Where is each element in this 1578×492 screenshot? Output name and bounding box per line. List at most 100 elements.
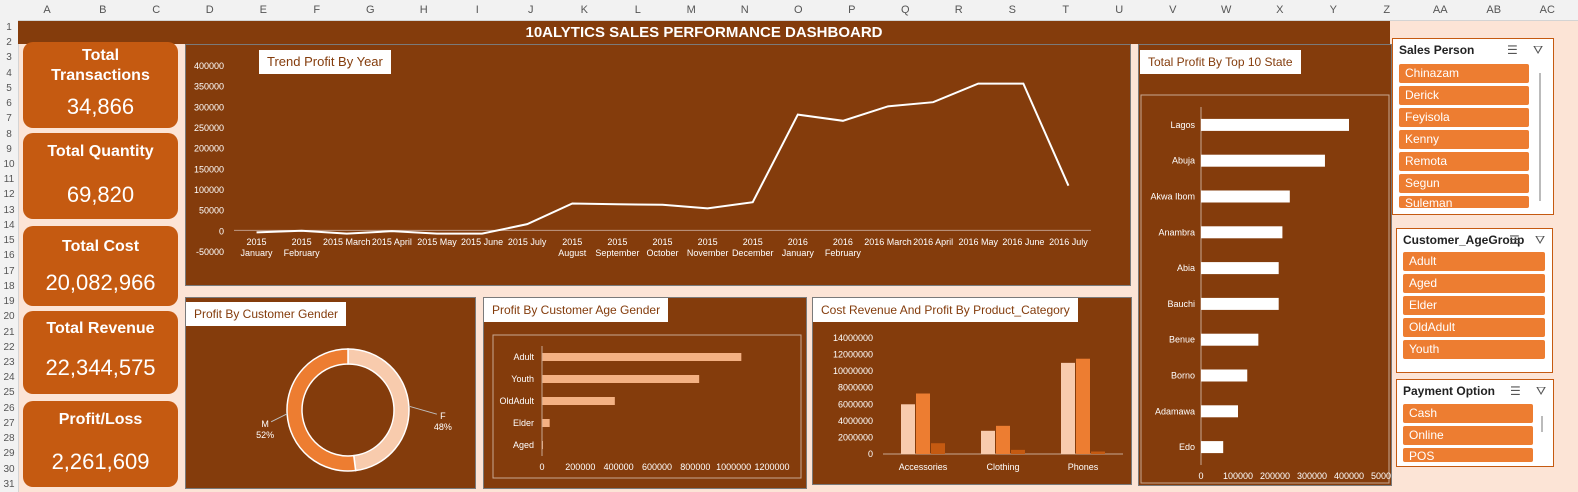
slicer-item[interactable]: POS xyxy=(1403,448,1533,462)
slicer-item[interactable]: Suleman xyxy=(1399,196,1529,208)
column-header[interactable]: R xyxy=(932,0,986,20)
row-header[interactable]: 18 xyxy=(0,279,18,294)
slicer-title: Customer_AgeGroup xyxy=(1403,233,1525,247)
row-header[interactable]: 5 xyxy=(0,81,18,96)
row-header[interactable]: 6 xyxy=(0,96,18,111)
column-header[interactable]: Z xyxy=(1360,0,1414,20)
row-header[interactable]: 15 xyxy=(0,233,18,248)
row-header[interactable]: 1 xyxy=(0,20,18,35)
slicer-item[interactable]: OldAdult xyxy=(1403,318,1545,337)
kpi-label: Profit/Loss xyxy=(58,411,143,428)
column-header[interactable]: D xyxy=(183,0,237,20)
row-header[interactable]: 14 xyxy=(0,218,18,233)
column-header[interactable]: H xyxy=(397,0,451,20)
row-header[interactable]: 9 xyxy=(0,142,18,157)
column-header[interactable]: N xyxy=(718,0,772,20)
product-category-chart[interactable]: Cost Revenue And Profit By Product_Categ… xyxy=(812,297,1132,485)
profit-trend-line xyxy=(256,82,1070,235)
clear-filter-icon[interactable]: ⛛ xyxy=(1533,43,1543,58)
column-header[interactable]: A xyxy=(18,0,76,20)
row-header[interactable]: 8 xyxy=(0,127,18,142)
top-state-profit-chart[interactable]: Total Profit By Top 10 State Lagos Abuja A… xyxy=(1138,44,1392,486)
age-profit-chart[interactable]: Profit By Customer Age Gender Adult Youth… xyxy=(483,297,807,489)
column-header[interactable]: S xyxy=(986,0,1040,20)
row-header[interactable]: 30 xyxy=(0,462,18,477)
column-header[interactable]: Y xyxy=(1307,0,1361,20)
row-header[interactable]: 19 xyxy=(0,294,18,309)
slicer-item[interactable]: Aged xyxy=(1403,274,1545,293)
column-header[interactable]: T xyxy=(1039,0,1093,20)
slicer-item[interactable]: Chinazam xyxy=(1399,64,1529,83)
column-header[interactable]: O xyxy=(772,0,826,20)
state-bar xyxy=(1201,441,1224,454)
row-header[interactable]: 10 xyxy=(0,157,18,172)
row-header[interactable]: 13 xyxy=(0,203,18,218)
column-header[interactable]: P xyxy=(825,0,879,20)
row-header[interactable]: 20 xyxy=(0,309,18,324)
slicer-scrollbar[interactable] xyxy=(1539,73,1541,201)
state-bar xyxy=(1201,226,1283,239)
column-header[interactable]: B xyxy=(76,0,130,20)
slicer-item[interactable]: Adult xyxy=(1403,252,1545,271)
slicer-item[interactable]: Remota xyxy=(1399,152,1529,171)
multi-select-icon[interactable]: ☰ xyxy=(1507,43,1518,57)
column-header[interactable]: W xyxy=(1200,0,1254,20)
column-header[interactable]: AA xyxy=(1414,0,1468,20)
trend-profit-chart[interactable]: Trend Profit By Year 400000 350000 300000 2… xyxy=(185,44,1131,286)
slicer-item[interactable]: Segun xyxy=(1399,174,1529,193)
clear-filter-icon[interactable]: ⛛ xyxy=(1536,384,1546,399)
row-header[interactable]: 4 xyxy=(0,66,18,81)
row-header[interactable]: 23 xyxy=(0,355,18,370)
column-header[interactable]: M xyxy=(665,0,719,20)
slicer-item[interactable]: Cash xyxy=(1403,404,1533,423)
row-header[interactable]: 16 xyxy=(0,248,18,263)
slicer-item[interactable]: Feyisola xyxy=(1399,108,1529,127)
column-header[interactable]: C xyxy=(130,0,184,20)
x-tick-label: 1200000 xyxy=(754,462,789,472)
column-header[interactable]: F xyxy=(290,0,344,20)
row-header[interactable]: 24 xyxy=(0,370,18,385)
row-header[interactable]: 25 xyxy=(0,385,18,400)
column-header[interactable]: U xyxy=(1093,0,1147,20)
category-bar xyxy=(981,430,995,454)
column-header[interactable]: J xyxy=(504,0,558,20)
slicer-item[interactable]: Kenny xyxy=(1399,130,1529,149)
multi-select-icon[interactable]: ☰ xyxy=(1509,233,1520,247)
slicer-scrollbar[interactable] xyxy=(1541,416,1543,432)
category-label: Accessories xyxy=(899,462,948,472)
column-header[interactable]: E xyxy=(237,0,291,20)
column-header[interactable]: X xyxy=(1253,0,1307,20)
row-header[interactable]: 31 xyxy=(0,477,18,492)
row-header[interactable]: 21 xyxy=(0,325,18,340)
row-header[interactable]: 11 xyxy=(0,172,18,187)
x-tick-label: 500000 xyxy=(1371,471,1391,481)
row-header[interactable]: 17 xyxy=(0,264,18,279)
category-label: Edo xyxy=(1179,442,1195,452)
slicer-item[interactable]: Elder xyxy=(1403,296,1545,315)
column-header[interactable]: AB xyxy=(1467,0,1521,20)
column-header[interactable]: L xyxy=(611,0,665,20)
slicer-item[interactable]: Youth xyxy=(1403,340,1545,359)
multi-select-icon[interactable]: ☰ xyxy=(1510,384,1521,398)
slicer-item[interactable]: Online xyxy=(1403,426,1533,445)
column-header[interactable]: AC xyxy=(1521,0,1575,20)
column-header[interactable]: I xyxy=(451,0,505,20)
slicer-item[interactable]: Derick xyxy=(1399,86,1529,105)
dashboard-title: 10ALYTICS SALES PERFORMANCE DASHBOARD xyxy=(18,21,1390,44)
column-header[interactable]: Q xyxy=(879,0,933,20)
row-header[interactable]: 29 xyxy=(0,446,18,461)
row-header[interactable]: 2 xyxy=(0,35,18,50)
row-header[interactable]: 26 xyxy=(0,401,18,416)
row-header[interactable]: 22 xyxy=(0,340,18,355)
row-header[interactable]: 12 xyxy=(0,187,18,202)
column-header[interactable]: G xyxy=(344,0,398,20)
gender-profit-chart[interactable]: Profit By Customer Gender F 48% M 52% xyxy=(185,297,476,489)
kpi-card-total-cost: Total Cost 20,082,966 xyxy=(23,226,178,306)
clear-filter-icon[interactable]: ⛛ xyxy=(1535,233,1545,248)
column-header[interactable]: V xyxy=(1146,0,1200,20)
row-header[interactable]: 27 xyxy=(0,416,18,431)
row-header[interactable]: 28 xyxy=(0,431,18,446)
row-header[interactable]: 7 xyxy=(0,111,18,126)
row-header[interactable]: 3 xyxy=(0,50,18,65)
column-header[interactable]: K xyxy=(558,0,612,20)
